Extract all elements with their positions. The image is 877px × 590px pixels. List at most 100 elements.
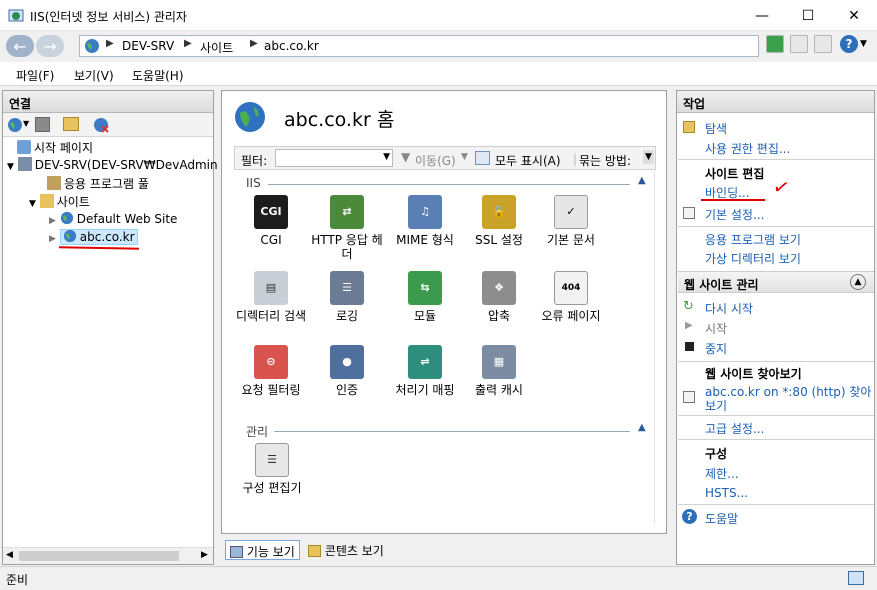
feature-request-filtering[interactable]: ⊝ 요청 필터링 [234,345,308,397]
feature-label: 인증 [335,383,359,397]
feature-label: MIME 형식 [396,233,454,247]
feature-modules[interactable]: ⇆ 모듈 [388,271,462,323]
help-link[interactable]: 도움말 [705,510,738,527]
connect-dropdown-icon[interactable]: ▼ [23,119,29,128]
collapse-section-icon[interactable]: ▲ [638,422,646,433]
server-icon [17,157,32,171]
address-bar[interactable]: ▶ DEV-SRV ▶ 사이트 ▶ abc.co.kr [79,35,759,57]
basic-settings-link[interactable]: 기본 설정... [705,206,764,223]
advanced-settings-link[interactable]: 고급 설정... [705,420,764,437]
tree-app-pools[interactable]: 응용 프로그램 풀 [47,175,149,192]
start-link[interactable]: 시작 [705,320,727,337]
feature-ssl[interactable]: 🔒 SSL 설정 [462,195,536,247]
scroll-right-icon[interactable]: ▶ [201,550,208,560]
sites-folder-icon [39,194,54,208]
collapse-arrow-icon[interactable]: ▼ [7,162,14,172]
breadcrumb-server[interactable]: DEV-SRV [122,39,174,53]
explore-icon [683,121,695,133]
feature-logging[interactable]: ☰ 로깅 [310,271,384,323]
menu-help[interactable]: 도움말(H) [132,67,184,84]
back-button[interactable]: ← [6,35,34,57]
group-by-label[interactable]: 묶는 방법: [579,152,631,169]
basic-settings-icon [683,207,695,219]
browse-site-link-cont[interactable]: 보기 [705,397,727,414]
view-applications-link[interactable]: 응용 프로그램 보기 [705,231,801,248]
feature-label: 로깅 [335,309,359,323]
red-checkmark-annotation: ✓ [770,173,793,201]
menu-view[interactable]: 보기(V) [74,67,114,84]
feature-http-headers[interactable]: ⇄ HTTP 응답 헤더 [310,195,384,261]
go-button[interactable]: 이동(G) [415,152,456,169]
connect-globe-icon[interactable] [7,117,23,133]
collapse-arrow-icon[interactable]: ▼ [29,199,36,209]
help-dropdown-icon[interactable]: ▼ [860,39,867,49]
show-all-button[interactable]: 모두 표시(A) [495,152,561,169]
breadcrumb-sites[interactable]: 사이트 [200,39,233,56]
stop-link[interactable]: 중지 [705,340,727,357]
menu-file[interactable]: 파일(F) [16,67,54,84]
feature-default-document[interactable]: ✓ 기본 문서 [534,195,608,247]
feature-compression[interactable]: ❖ 압축 [462,271,536,323]
restart-link[interactable]: 다시 시작 [705,300,753,317]
go-dropdown-icon[interactable]: ▼ [461,152,468,162]
mime-icon: ♫ [408,195,442,229]
group-by-dropdown-icon[interactable]: ▼ [643,150,654,164]
feature-error-pages[interactable]: 404 오류 페이지 [534,271,608,323]
expand-arrow-icon[interactable]: ▶ [49,234,56,244]
edit-permissions-link[interactable]: 사용 권한 편집... [705,140,790,157]
feature-authentication[interactable]: ● 인증 [310,345,384,397]
title-bar: IIS(인터넷 정보 서비스) 관리자 — ☐ ✕ [0,0,877,31]
scroll-thumb[interactable] [19,551,179,561]
browse-website-heading: 웹 사이트 찾아보기 [705,367,802,381]
minimize-button[interactable]: — [739,0,785,31]
horizontal-scrollbar[interactable]: ◀ ▶ [3,547,213,564]
breadcrumb-separator-icon: ▶ [184,38,192,49]
breadcrumb-site[interactable]: abc.co.kr [264,39,319,53]
content-view-icon [308,545,321,557]
save-icon[interactable] [35,117,50,132]
forward-button[interactable]: → [36,35,64,57]
menu-bar: 파일(F) 보기(V) 도움말(H) [0,62,877,86]
collapse-group-icon[interactable]: ▲ [850,274,866,290]
scroll-left-icon[interactable]: ◀ [6,550,13,560]
expand-arrow-icon[interactable]: ▶ [49,216,56,226]
home-icon[interactable] [814,35,832,53]
stop-icon[interactable] [790,35,808,53]
browse-site-link[interactable]: abc.co.kr on *:80 (http) 찾아 [705,383,871,400]
status-text: 준비 [6,573,29,587]
limits-link[interactable]: 제한... [705,465,739,482]
hsts-link[interactable]: HSTS... [705,486,748,500]
tree-start-page[interactable]: 시작 페이지 [17,139,93,156]
filter-input[interactable]: ▼ [275,149,393,167]
site-globe-icon [235,102,265,132]
section-divider [274,431,630,432]
collapse-section-icon[interactable]: ▲ [638,175,646,186]
tree-abc-site[interactable]: ▶ abc.co.kr [49,229,138,245]
maximize-button[interactable]: ☐ [785,0,831,31]
feature-output-caching[interactable]: ▦ 출력 캐시 [462,345,536,397]
feature-directory-browsing[interactable]: ▤ 디렉터리 검색 [234,271,308,323]
output-cache-icon: ▦ [482,345,516,379]
tree-default-web-site[interactable]: ▶ Default Web Site [49,211,177,226]
help-icon[interactable]: ? [840,35,858,53]
refresh-icon[interactable] [766,35,784,53]
view-virtual-directories-link[interactable]: 가상 디렉터리 보기 [705,250,801,267]
feature-handler-mappings[interactable]: ⇌ 처리기 매핑 [388,345,462,397]
up-folder-icon[interactable] [63,117,79,131]
request-filter-icon: ⊝ [254,345,288,379]
disconnect-icon[interactable] [93,117,109,133]
tab-features-view[interactable]: 기능 보기 [225,540,300,560]
tab-content-view[interactable]: 콘텐츠 보기 [304,540,388,560]
close-button[interactable]: ✕ [831,0,877,31]
window-title: IIS(인터넷 정보 서비스) 관리자 [30,10,187,24]
feature-cgi[interactable]: CGI CGI [234,195,308,247]
cgi-icon: CGI [254,195,288,229]
explore-link[interactable]: 탐색 [705,120,727,137]
compression-icon: ❖ [482,271,516,305]
tree-sites[interactable]: ▼ 사이트 [29,193,90,210]
modules-icon: ⇆ [408,271,442,305]
feature-config-editor[interactable]: ☰ 구성 편집기 [234,443,310,495]
feature-mime[interactable]: ♫ MIME 형식 [388,195,462,247]
tree-server[interactable]: ▼ DEV-SRV(DEV-SRV₩DevAdmin [7,157,218,172]
filter-dropdown-icon[interactable]: ▼ [383,152,390,162]
